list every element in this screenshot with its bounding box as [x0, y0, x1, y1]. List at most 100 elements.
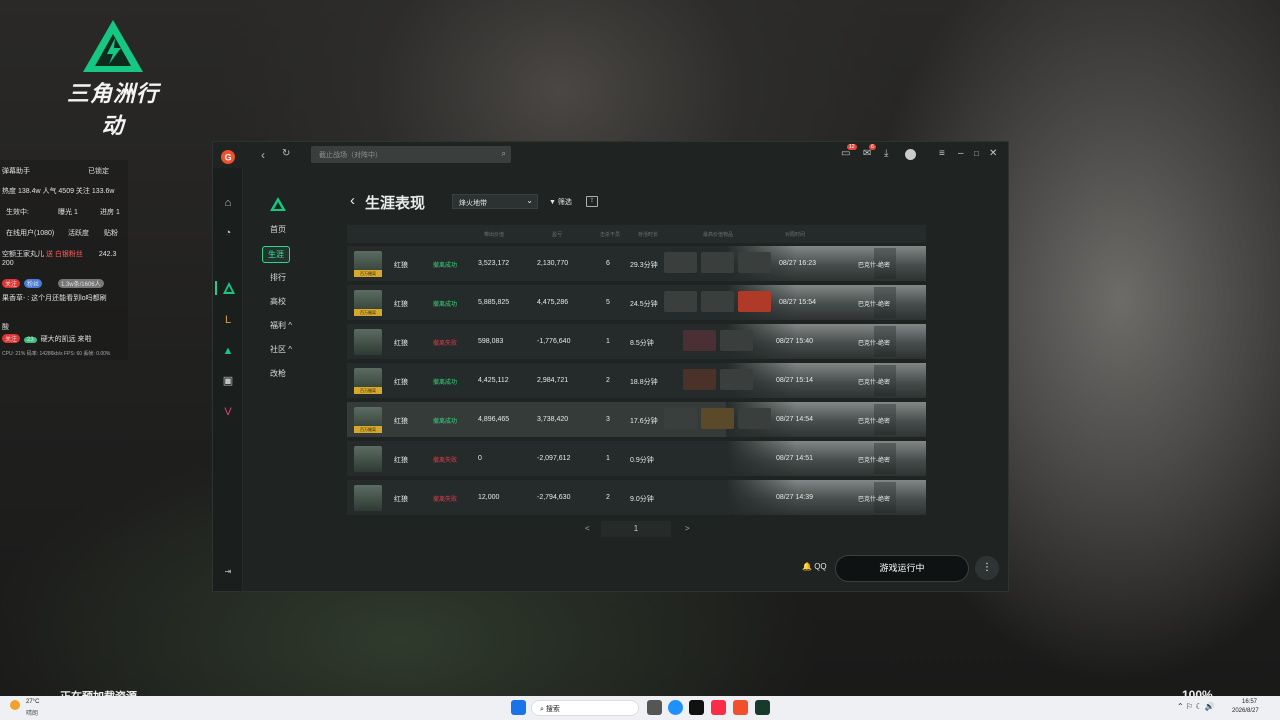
filter-button[interactable]: ▼ 筛选 [549, 197, 572, 207]
store-icon[interactable]: ⌂ [221, 196, 235, 210]
kill-count: 2 [606, 377, 610, 384]
search-placeholder: 截止战场（对阵中） [319, 152, 382, 159]
page-number[interactable]: 1 [601, 521, 671, 537]
launch-button[interactable]: 游戏运行中 [835, 555, 969, 582]
chat-icon[interactable]: ▭ 12 [841, 144, 857, 159]
nav-home[interactable]: 首页 [270, 224, 286, 235]
loot-item-icon[interactable] [701, 408, 734, 429]
refresh-icon[interactable]: ↻ [282, 148, 290, 159]
gamepad-icon[interactable]: ◔ [221, 226, 235, 240]
windows-start-icon[interactable] [511, 700, 526, 715]
tray-icons[interactable]: ⌃ ⚐ ☾ 🔊 [1177, 702, 1215, 711]
table-row[interactable]: 百万撤离 红狼 撤离成功 5,885,825 4,475,286 5 24.5分钟 08/27… [347, 285, 926, 320]
search-input[interactable]: 截止战场（对阵中） ⌕ [311, 146, 511, 163]
nav-community[interactable]: 社区 ^ [270, 344, 292, 355]
loot-item-icon[interactable] [738, 408, 771, 429]
map-name: 巴克什-绝密 [858, 302, 890, 308]
overlay-tab-online[interactable]: 在线用户(1080) [6, 228, 54, 238]
next-page-icon[interactable]: > [685, 524, 690, 533]
operator-name: 红狼 [394, 262, 408, 269]
nav-career[interactable]: 生涯 [262, 246, 290, 263]
match-time: 08/27 15:40 [776, 338, 813, 345]
loot-item-icon[interactable] [683, 330, 716, 351]
search-icon-2: ⌕ [540, 706, 544, 713]
mail-icon[interactable]: ✉ 6 [863, 144, 876, 159]
profit-value: 4,475,286 [537, 299, 569, 306]
brand-logo: 三角洲行动 [58, 18, 168, 140]
menu-icon[interactable]: ≡ [939, 148, 945, 159]
qq-account[interactable]: 🔔 QQ [802, 562, 827, 571]
loot-item-icon[interactable] [664, 291, 697, 312]
table-row[interactable]: 红狼 撤离失败 12,000 -2,794,630 2 9.0分钟 08/27 14:39 巴… [347, 480, 926, 515]
music-icon[interactable] [711, 700, 726, 715]
valorant-icon[interactable]: V [221, 405, 235, 419]
lol-icon[interactable]: L [221, 313, 235, 327]
game-thumb-icon[interactable]: ▣ [221, 374, 235, 388]
loot-item-icon[interactable] [720, 330, 753, 351]
edge-icon[interactable] [668, 700, 683, 715]
msg1-name: 空额王家丸儿 [2, 251, 44, 258]
overlay-tab-activity[interactable]: 活跃度 [68, 228, 89, 238]
result-status: 撤离成功 [433, 380, 458, 386]
overlay-msg2: 果香草- : 这个月还能看到lo吗都刷 [2, 295, 107, 302]
loot-item-icon[interactable] [720, 369, 753, 390]
overlay-perf: CPU: 21% 码率: 14286kb/s FPS: 60 丢帧: 0.00% [2, 351, 111, 357]
taskview-icon[interactable] [647, 700, 662, 715]
table-row[interactable]: 百万撤离 红狼 撤离成功 4,425,112 2,984,721 2 18.8分钟 08/27… [347, 363, 926, 398]
maximize-icon[interactable]: □ [974, 149, 979, 158]
search-icon[interactable]: ⌕ [502, 149, 506, 159]
launcher-taskbar-icon[interactable] [733, 700, 748, 715]
taskbar-search[interactable]: ⌕ 搜索 [531, 700, 639, 716]
map-thumbnail [726, 324, 926, 359]
taskbar-search-label: 搜索 [545, 706, 560, 713]
map-thumbnail [726, 441, 926, 476]
loot-item-icon[interactable] [738, 291, 771, 312]
close-icon[interactable]: ✕ [989, 148, 997, 159]
map-select[interactable]: 烽火地带 ⌄ [452, 194, 538, 209]
nav-welfare[interactable]: 福利 ^ [270, 320, 292, 331]
table-row[interactable]: 红狼 撤离失败 598,083 -1,776,640 1 8.5分钟 08/27 15:40… [347, 324, 926, 359]
clock-time[interactable]: 16:57 [1242, 699, 1257, 705]
carried-value: 0 [478, 455, 482, 462]
table-row[interactable]: 百万撤离 红狼 撤离成功 3,523,172 2,130,770 6 29.3分钟 08/27… [347, 246, 926, 281]
loot-item-icon[interactable] [701, 291, 734, 312]
kill-count: 5 [606, 299, 610, 306]
loot-item-icon[interactable] [701, 252, 734, 273]
app-icon-1[interactable] [689, 700, 704, 715]
more-options-button[interactable]: ⋮ [975, 556, 999, 580]
table-row[interactable]: 红狼 撤离失败 0 -2,097,612 1 0.9分钟 08/27 14:51 巴克什-绝密 [347, 441, 926, 476]
carried-value: 3,523,172 [478, 260, 510, 267]
nav-gunsmith[interactable]: 改枪 [270, 368, 286, 379]
overlay-title: 弹幕助手 [2, 168, 30, 175]
delta-taskbar-icon[interactable] [755, 700, 770, 715]
triangle-logo-icon [83, 20, 143, 72]
export-icon[interactable]: ⇪ [586, 196, 598, 207]
clock-date[interactable]: 2026/8/27 [1232, 708, 1259, 714]
operator-avatar [354, 329, 382, 355]
loot-item-icon[interactable] [738, 252, 771, 273]
back-nav-icon[interactable]: ‹ [261, 148, 265, 162]
table-header: 带出价值 盈亏 击杀干员 存活时长 最高价值物品 对局时间 [347, 225, 926, 243]
loot-item-icon[interactable] [664, 408, 697, 429]
delta-force-rail-icon[interactable] [215, 281, 237, 295]
nav-ranking[interactable]: 排行 [270, 272, 286, 283]
carried-value: 12,000 [478, 494, 500, 501]
table-row[interactable]: 百万撤离 红狼 撤离成功 4,896,465 3,738,420 3 17.6分钟 08/27… [347, 402, 926, 437]
map-name: 巴克什-绝密 [858, 380, 890, 386]
delta-game-icon[interactable]: ▲ [221, 344, 235, 358]
operator-name: 红狼 [394, 496, 408, 503]
loot-item-icon[interactable] [664, 252, 697, 273]
collapse-icon[interactable]: ⇥ [221, 565, 235, 579]
chevron-down-icon: ⌄ [526, 196, 533, 205]
nav-college[interactable]: 高校 [270, 296, 286, 307]
survival-time: 18.8分钟 [630, 379, 658, 386]
prev-page-icon[interactable]: < [585, 524, 590, 533]
avatar-icon[interactable] [905, 149, 916, 160]
overlay-tab-fans[interactable]: 贴粉 [104, 228, 118, 238]
download-icon[interactable]: ⤓ [884, 148, 888, 159]
operator-name: 红狼 [394, 418, 408, 425]
loot-item-icon[interactable] [683, 369, 716, 390]
chip-level: 1.3w条/1606人 [57, 279, 104, 288]
map-name: 巴克什-绝密 [858, 263, 890, 269]
minimize-icon[interactable]: – [958, 148, 964, 159]
